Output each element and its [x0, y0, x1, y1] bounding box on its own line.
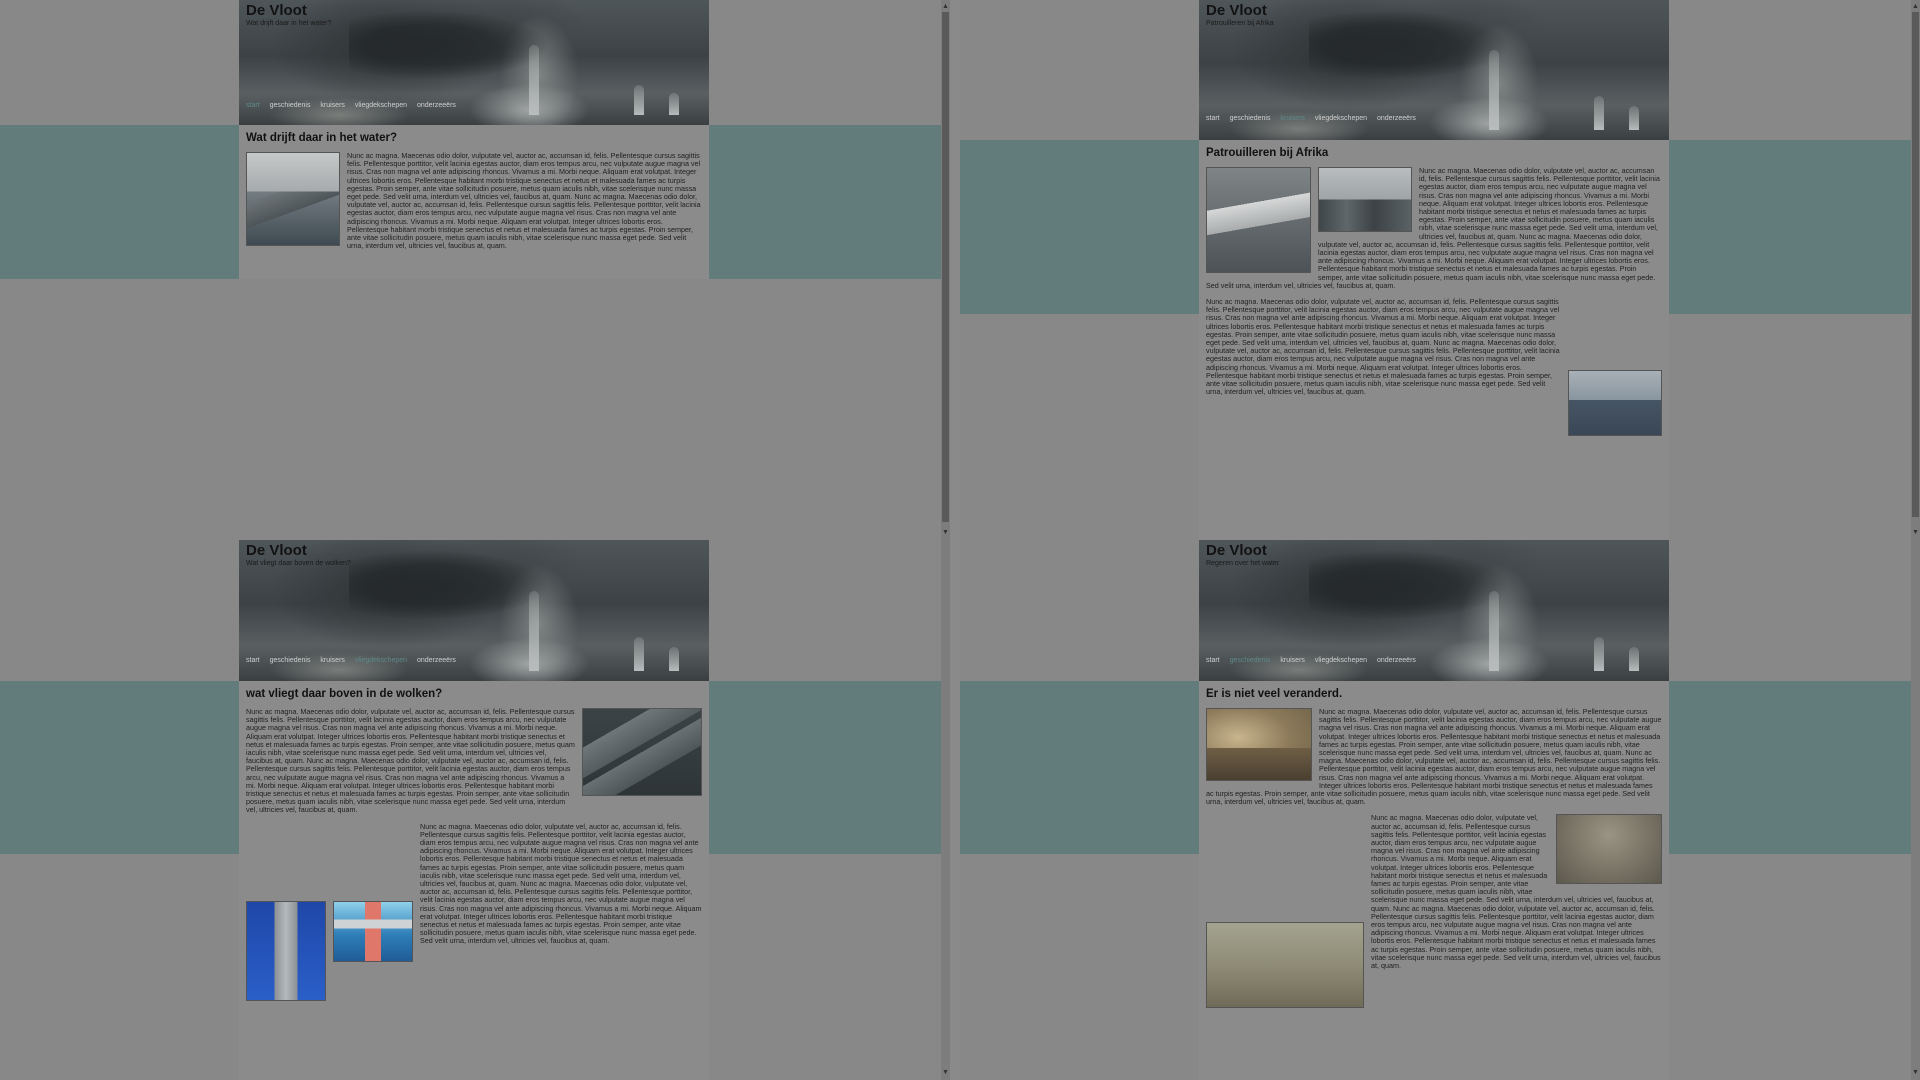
site-title: De Vloot	[246, 542, 307, 559]
nav-start[interactable]: start	[246, 102, 260, 109]
sea-battle-painting-image	[1556, 814, 1662, 885]
site-subtitle: Wat vliegt daar boven de wolken?	[246, 560, 351, 567]
scroll-up-arrow-icon[interactable]: ▲	[941, 2, 950, 11]
vertical-scrollbar[interactable]: ▼	[1911, 540, 1920, 1080]
site-container: De Vloot Regeren over het water start ge…	[1199, 540, 1669, 1080]
main-nav: start geschiedenis kruisers vliegdeksche…	[1206, 657, 1424, 664]
nav-geschiedenis[interactable]: geschiedenis	[270, 657, 311, 664]
frigate-image	[246, 152, 340, 246]
page-heading: Wat drijft daar in het water?	[246, 132, 398, 144]
nav-geschiedenis[interactable]: geschiedenis	[1230, 115, 1271, 122]
site-title: De Vloot	[1206, 542, 1267, 559]
scroll-down-arrow-icon[interactable]: ▼	[941, 528, 950, 537]
site-header: De Vloot Wat drijft daar in het water? s…	[239, 0, 709, 125]
aircraft-carrier-image	[582, 708, 702, 796]
site-header: De Vloot Patrouilleren bij Afrika start …	[1199, 0, 1669, 140]
scroll-down-arrow-icon[interactable]: ▼	[1911, 1068, 1920, 1077]
browser-pane-wolken: De Vloot Wat vliegt daar boven de wolken…	[0, 540, 950, 1080]
scrollbar-thumb[interactable]	[942, 12, 949, 522]
main-content: Wat drijft daar in het water? Nunc ac ma…	[239, 125, 709, 266]
replenishment-image	[1568, 370, 1662, 437]
site-title: De Vloot	[1206, 2, 1267, 19]
site-container: De Vloot Wat drijft daar in het water? s…	[239, 0, 709, 279]
scroll-down-arrow-icon[interactable]: ▼	[941, 1068, 950, 1077]
nav-onderzeeers[interactable]: onderzeeërs	[417, 102, 456, 109]
scroll-up-arrow-icon[interactable]: ▲	[1911, 2, 1920, 11]
nav-vliegdekschepen[interactable]: vliegdekschepen	[1315, 657, 1367, 664]
nav-geschiedenis[interactable]: geschiedenis	[1230, 657, 1271, 664]
main-nav: start geschiedenis kruisers vliegdeksche…	[246, 102, 464, 109]
nav-kruisers[interactable]: kruisers	[1280, 657, 1305, 664]
site-subtitle: Patrouilleren bij Afrika	[1206, 20, 1274, 27]
nav-start[interactable]: start	[1206, 115, 1220, 122]
site-header: De Vloot Regeren over het water start ge…	[1199, 540, 1669, 681]
nav-kruisers[interactable]: kruisers	[320, 657, 345, 664]
nav-vliegdekschepen[interactable]: vliegdekschepen	[355, 102, 407, 109]
page-heading: Patrouilleren bij Afrika	[1206, 147, 1329, 159]
nav-geschiedenis[interactable]: geschiedenis	[270, 102, 311, 109]
site-subtitle: Regeren over het water	[1206, 560, 1280, 567]
site-container: De Vloot Wat vliegt daar boven de wolken…	[239, 540, 709, 1080]
nav-vliegdekschepen[interactable]: vliegdekschepen	[1315, 115, 1367, 122]
main-content: Patrouilleren bij Afrika Nunc ac magna. …	[1199, 140, 1669, 448]
nav-vliegdekschepen[interactable]: vliegdekschepen	[355, 657, 407, 664]
main-nav: start geschiedenis kruisers vliegdeksche…	[1206, 115, 1424, 122]
main-content: wat vliegt daar boven in de wolken? Nunc…	[239, 681, 709, 1013]
nav-kruisers[interactable]: kruisers	[1280, 115, 1305, 122]
scroll-down-arrow-icon[interactable]: ▼	[1911, 528, 1920, 537]
fleet-image	[1318, 167, 1412, 232]
site-title: De Vloot	[246, 2, 307, 19]
carrier-deck-diagram-image	[246, 900, 326, 1001]
scrollbar-thumb[interactable]	[1912, 12, 1919, 517]
carrier-section-diagram-image	[333, 900, 413, 962]
page-heading: wat vliegt daar boven in de wolken?	[246, 688, 443, 700]
nav-start[interactable]: start	[246, 657, 260, 664]
page-heading: Er is niet veel veranderd.	[1206, 688, 1343, 700]
vertical-scrollbar[interactable]: ▼	[941, 540, 950, 1080]
nav-onderzeeers[interactable]: onderzeeërs	[417, 657, 456, 664]
site-subtitle: Wat drijft daar in het water?	[246, 20, 332, 27]
site-header: De Vloot Wat vliegt daar boven de wolken…	[239, 540, 709, 681]
nav-start[interactable]: start	[1206, 657, 1220, 664]
site-container: De Vloot Patrouilleren bij Afrika start …	[1199, 0, 1669, 540]
main-content: Er is niet veel veranderd. Nunc ac magna…	[1199, 681, 1669, 1020]
nav-kruisers[interactable]: kruisers	[320, 102, 345, 109]
sailing-ships-painting-image	[1206, 922, 1364, 1009]
naval-battle-painting-image	[1206, 708, 1312, 781]
nav-onderzeeers[interactable]: onderzeeërs	[1377, 115, 1416, 122]
vertical-scrollbar[interactable]: ▲ ▼	[1911, 0, 1920, 540]
browser-pane-regeren: De Vloot Regeren over het water start ge…	[960, 540, 1920, 1080]
main-nav: start geschiedenis kruisers vliegdeksche…	[246, 657, 464, 664]
nav-onderzeeers[interactable]: onderzeeërs	[1377, 657, 1416, 664]
browser-pane-afrika: De Vloot Patrouilleren bij Afrika start …	[960, 0, 1920, 540]
warship-image	[1206, 167, 1311, 273]
